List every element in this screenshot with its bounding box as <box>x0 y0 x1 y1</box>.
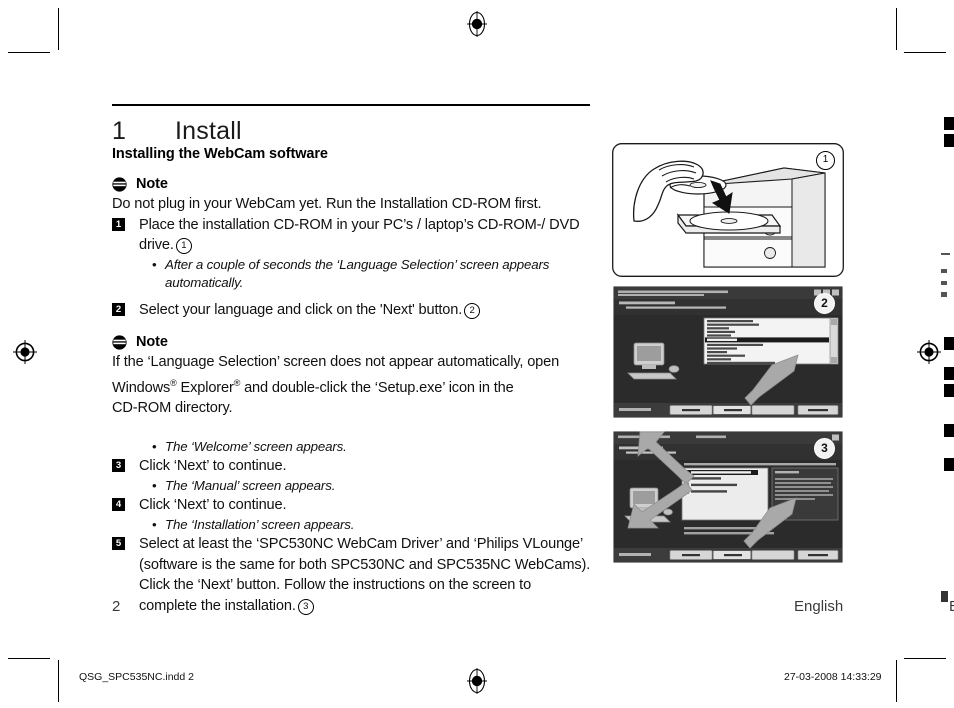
step-text-5: Select at least the ‘SPC530NC WebCam Dri… <box>139 536 591 614</box>
cd-rom-insert-drawing <box>612 143 844 277</box>
step-number-2: 2 <box>112 302 125 316</box>
bleed-tab-5 <box>944 384 954 397</box>
bullet-manual: The ‘Manual’ screen appears. <box>112 477 592 496</box>
registration-mark-left <box>13 340 37 364</box>
illustration-component-selection: 3 <box>612 430 844 564</box>
crop-mark-right-bottom <box>904 658 946 659</box>
windows-word: Windows <box>112 379 171 396</box>
page-number: 2 <box>112 598 121 615</box>
illustration-badge-3: 3 <box>814 438 835 459</box>
step-number-5: 5 <box>112 537 125 551</box>
bleed-tab-8 <box>941 591 948 602</box>
note-label-2: Note <box>136 334 168 351</box>
bleed-tab-4 <box>944 367 954 380</box>
header-rule <box>112 104 590 106</box>
illustration-language-selection: 2 <box>612 285 844 419</box>
crop-mark-right-top <box>904 52 946 53</box>
step-number-1: 1 <box>112 217 125 231</box>
note-icon <box>112 335 127 350</box>
crop-mark-left-top <box>8 52 50 53</box>
registration-mark-bottom <box>467 668 487 694</box>
crop-mark-left-bottom <box>8 658 50 659</box>
step-text-4: Click ‘Next’ to continue. <box>139 497 287 514</box>
bleed-hairline-2 <box>941 269 947 273</box>
note-label-1: Note <box>136 176 168 193</box>
page-title: 1 Install <box>112 117 592 145</box>
chapter-number: 1 <box>112 117 127 145</box>
illustration-badge-1: 1 <box>816 151 835 170</box>
bleed-tab-2 <box>944 134 954 147</box>
step-number-4: 4 <box>112 498 125 512</box>
illustration-badge-2: 2 <box>814 293 835 314</box>
note-heading-1: Note <box>112 176 592 192</box>
step-2: 2 Select your language and click on the … <box>112 300 592 321</box>
imprint-filename: QSG_SPC535NC.indd 2 <box>79 671 194 683</box>
chapter-title: Install <box>175 117 242 145</box>
crop-mark-top-left <box>58 8 59 50</box>
bullet-installation: The ‘Installation’ screen appears. <box>112 516 592 535</box>
note-body-2-line-3: CD-ROM directory. <box>112 400 233 417</box>
page-canvas: 1 Install Installing the WebCam software… <box>0 0 954 708</box>
step-ref-2: 2 <box>464 302 481 319</box>
language-label-next-page: English <box>949 598 954 615</box>
bullet-welcome: The ‘Welcome’ screen appears. <box>112 438 592 457</box>
bleed-tab-7 <box>944 458 954 471</box>
step-ref-1: 1 <box>175 238 192 255</box>
crop-mark-top-right <box>896 8 897 50</box>
note-body-2-line-2: Windows® Explorer® and double-click the … <box>112 373 592 398</box>
language-label: English <box>794 598 844 615</box>
bleed-hairline-4 <box>941 292 947 297</box>
bleed-tab-3 <box>944 337 954 350</box>
language-selection-drawing <box>612 285 844 419</box>
registration-mark-top <box>467 11 487 37</box>
bleed-hairline-1 <box>941 253 950 255</box>
step-ref-5: 3 <box>297 598 314 615</box>
note-body-2-rest: and double-click the ‘Setup.exe’ icon in… <box>240 379 514 396</box>
step-3: 3 Click ‘Next’ to continue. <box>112 456 592 477</box>
section-subtitle: Installing the WebCam software <box>112 146 328 163</box>
step-text-1: Place the installation CD-ROM in your PC… <box>139 216 580 254</box>
step-5: 5 Select at least the ‘SPC530NC WebCam D… <box>112 534 592 616</box>
bullet-after-step-1: After a couple of seconds the ‘Language … <box>112 256 592 293</box>
body-text-column: 1 Install Installing the WebCam software… <box>112 104 592 616</box>
component-selection-drawing <box>612 430 844 564</box>
bleed-tab-6 <box>944 424 954 437</box>
step-1: 1 Place the installation CD-ROM in your … <box>112 215 592 256</box>
note-icon <box>112 177 127 192</box>
bleed-hairline-3 <box>941 281 947 285</box>
imprint-timestamp: 27-03-2008 14:33:29 <box>784 671 882 683</box>
note-body-1: Do not plug in your WebCam yet. Run the … <box>112 196 542 213</box>
note-heading-2: Note <box>112 334 592 350</box>
step-4: 4 Click ‘Next’ to continue. <box>112 495 592 516</box>
illustration-cd-rom-insert: 1 <box>612 143 844 277</box>
bleed-tab-1 <box>944 117 954 130</box>
note-body-2-line-1: If the ‘Language Selection’ screen does … <box>112 354 560 371</box>
registration-mark-right <box>917 340 941 364</box>
step-text-3: Click ‘Next’ to continue. <box>139 458 287 475</box>
note-body-2: If the ‘Language Selection’ screen does … <box>112 352 592 418</box>
crop-mark-bottom-left <box>58 660 59 702</box>
crop-mark-bottom-right <box>896 660 897 702</box>
step-number-3: 3 <box>112 459 125 473</box>
step-text-2: Select your language and click on the 'N… <box>139 301 463 318</box>
explorer-word: Explorer <box>176 379 234 396</box>
